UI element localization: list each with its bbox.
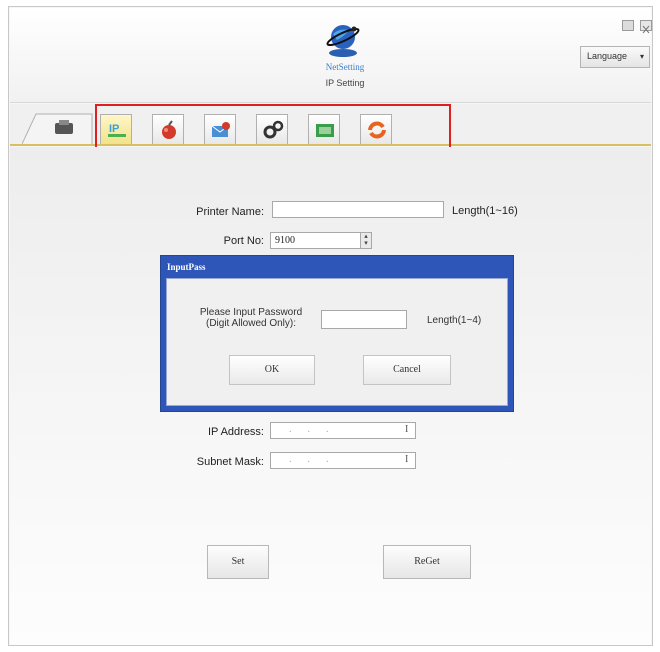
printer-name-hint: Length(1~16) bbox=[452, 205, 518, 217]
subnet-dots: ... bbox=[289, 454, 345, 465]
ip-address-input[interactable]: ... bbox=[270, 422, 416, 439]
reget-button[interactable]: ReGet bbox=[383, 545, 471, 579]
password-prompt-line1: Please Input Password bbox=[199, 307, 303, 318]
header: NetSetting IP Setting bbox=[10, 8, 652, 103]
language-dropdown[interactable]: Language ▾ bbox=[580, 46, 650, 68]
highlight-box bbox=[95, 104, 451, 150]
globe-logo-icon bbox=[326, 25, 360, 57]
ok-button[interactable]: OK bbox=[229, 355, 315, 385]
subnet-cursor-icon: I bbox=[405, 454, 409, 465]
close-icon[interactable] bbox=[640, 20, 652, 34]
logo-text: NetSetting bbox=[325, 62, 365, 72]
subnet-mask-label: Subnet Mask: bbox=[196, 456, 264, 468]
password-input[interactable] bbox=[321, 310, 407, 329]
ip-address-label: IP Address: bbox=[207, 426, 264, 438]
password-dialog: InputPass Please Input Password (Digit A… bbox=[160, 255, 514, 412]
password-hint: Length(1~4) bbox=[427, 315, 482, 326]
chevron-down-icon: ▾ bbox=[639, 52, 644, 61]
printer-name-label: Printer Name: bbox=[196, 206, 264, 218]
printer-name-input[interactable] bbox=[272, 201, 444, 218]
language-label: Language bbox=[587, 51, 628, 61]
minimize-icon[interactable] bbox=[622, 20, 634, 31]
password-prompt-line2: (Digit Allowed Only): bbox=[205, 318, 297, 329]
port-input[interactable]: 9100 bbox=[270, 232, 362, 249]
tab-printer[interactable] bbox=[22, 112, 94, 144]
cancel-button[interactable]: Cancel bbox=[363, 355, 451, 385]
ip-cursor-icon: I bbox=[405, 424, 409, 435]
subnet-mask-input[interactable]: ... bbox=[270, 452, 416, 469]
ip-dots: ... bbox=[289, 424, 345, 435]
page-subtitle: IP Setting bbox=[325, 78, 365, 88]
port-label: Port No: bbox=[223, 235, 264, 247]
dialog-body: Please Input Password (Digit Allowed Onl… bbox=[166, 278, 508, 406]
dialog-title: InputPass bbox=[167, 262, 206, 272]
set-button[interactable]: Set bbox=[207, 545, 269, 579]
port-stepper[interactable]: ▴ ▾ bbox=[360, 232, 372, 249]
password-prompt: Please Input Password (Digit Allowed Onl… bbox=[181, 307, 321, 329]
